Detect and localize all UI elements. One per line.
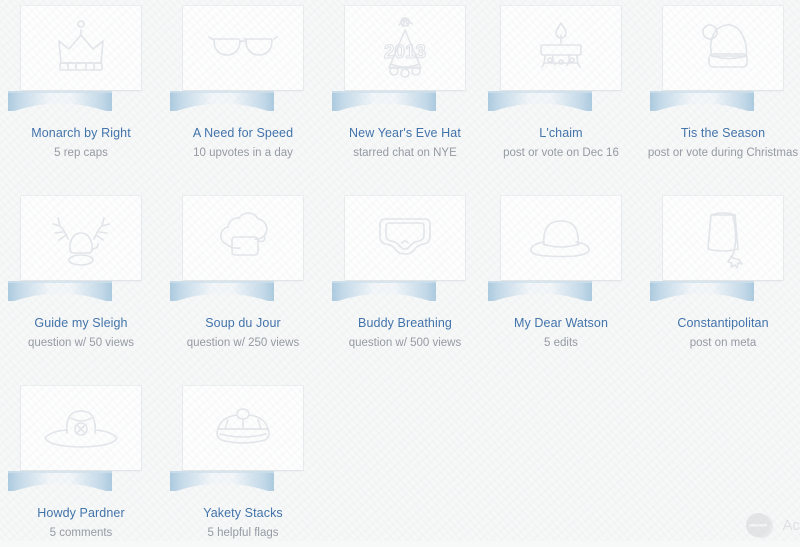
hat-image-panel[interactable] bbox=[0, 0, 162, 112]
hat-description: 5 edits bbox=[544, 337, 578, 349]
hat-title-link[interactable]: New Year's Eve Hat bbox=[324, 126, 486, 140]
hat-card[interactable]: L'chaim post or vote on Dec 16 bbox=[480, 0, 642, 160]
hat-image-panel[interactable] bbox=[0, 190, 162, 302]
hat-description: question w/ 50 views bbox=[27, 337, 135, 349]
hat-card[interactable]: Soup du Jour question w/ 250 views bbox=[162, 190, 324, 350]
hat-title-link[interactable]: Yakety Stacks bbox=[162, 506, 324, 520]
watermark: Ac bbox=[744, 503, 800, 547]
hat-description: post on meta bbox=[689, 337, 757, 349]
hat-card[interactable]: Buddy Breathing question w/ 500 views bbox=[324, 190, 486, 350]
aviator-sunglasses-icon bbox=[183, 6, 303, 90]
hat-description: 5 comments bbox=[49, 527, 113, 539]
chat-bubble-icon bbox=[744, 510, 774, 540]
svg-text:2013: 2013 bbox=[384, 42, 426, 63]
fez-hat-icon bbox=[663, 196, 783, 280]
hat-title-link[interactable]: Tis the Season bbox=[642, 126, 800, 140]
hat-card[interactable]: Guide my Sleigh question w/ 50 views bbox=[0, 190, 162, 350]
hat-title-link[interactable]: Guide my Sleigh bbox=[0, 316, 162, 330]
hat-ribbon bbox=[8, 281, 112, 303]
chef-hat-icon bbox=[183, 196, 303, 280]
hat-ribbon bbox=[488, 91, 592, 113]
hat-image-panel[interactable] bbox=[0, 380, 162, 492]
sailor-cap-icon bbox=[183, 386, 303, 470]
hat-image-panel[interactable] bbox=[162, 0, 324, 112]
hat-ribbon bbox=[170, 281, 274, 303]
cowboy-hat-icon bbox=[21, 386, 141, 470]
hat-ribbon bbox=[170, 471, 274, 493]
hat-image-panel[interactable] bbox=[162, 190, 324, 302]
hat-card[interactable]: My Dear Watson 5 edits bbox=[480, 190, 642, 350]
hat-description: post or vote during Christmas bbox=[647, 147, 799, 159]
hat-description: post or vote on Dec 16 bbox=[503, 147, 619, 159]
hat-title-link[interactable]: L'chaim bbox=[480, 126, 642, 140]
hat-description: question w/ 500 views bbox=[348, 337, 462, 349]
hat-image-panel[interactable] bbox=[162, 380, 324, 492]
hat-title-link[interactable]: A Need for Speed bbox=[162, 126, 324, 140]
hat-ribbon bbox=[650, 91, 754, 113]
hats-grid: Monarch by Right 5 rep caps A Need for Sp… bbox=[0, 0, 800, 541]
hat-image-panel[interactable] bbox=[480, 190, 642, 302]
menorah-candle-icon bbox=[501, 6, 621, 90]
hat-title-link[interactable]: Constantipolitan bbox=[642, 316, 800, 330]
hat-image-panel[interactable] bbox=[642, 0, 800, 112]
hat-description: starred chat on NYE bbox=[353, 147, 457, 159]
hat-ribbon bbox=[332, 281, 436, 303]
hat-ribbon bbox=[488, 281, 592, 303]
hat-description: 5 helpful flags bbox=[207, 527, 279, 539]
hat-description: 5 rep caps bbox=[54, 147, 108, 159]
hat-image-panel[interactable] bbox=[324, 190, 486, 302]
hat-image-panel[interactable] bbox=[480, 0, 642, 112]
hat-title-link[interactable]: Howdy Pardner bbox=[0, 506, 162, 520]
hat-ribbon bbox=[332, 91, 436, 113]
santa-hat-icon bbox=[663, 6, 783, 90]
hat-card[interactable]: Tis the Season post or vote during Christ… bbox=[642, 0, 800, 160]
hat-image-panel[interactable]: 2013 bbox=[324, 0, 486, 112]
hat-title-link[interactable]: My Dear Watson bbox=[480, 316, 642, 330]
hat-card[interactable]: Yakety Stacks 5 helpful flags bbox=[162, 380, 324, 540]
reindeer-antlers-icon bbox=[21, 196, 141, 280]
hat-title-link[interactable]: Buddy Breathing bbox=[324, 316, 486, 330]
crown-icon bbox=[21, 6, 141, 90]
watermark-label: Ac bbox=[782, 516, 800, 534]
hat-card[interactable]: 2013 New Year's Eve Hat starred chat on N… bbox=[324, 0, 486, 160]
party-hat-2013-icon: 2013 bbox=[345, 6, 465, 90]
hat-ribbon bbox=[170, 91, 274, 113]
hat-card[interactable]: Constantipolitan post on meta bbox=[642, 190, 800, 350]
hat-ribbon bbox=[8, 471, 112, 493]
hat-card[interactable]: Howdy Pardner 5 comments bbox=[0, 380, 162, 540]
hat-card[interactable]: A Need for Speed 10 upvotes in a day bbox=[162, 0, 324, 160]
hat-card[interactable]: Monarch by Right 5 rep caps bbox=[0, 0, 162, 160]
diving-mask-icon bbox=[345, 196, 465, 280]
hat-description: question w/ 250 views bbox=[186, 337, 300, 349]
hat-image-panel[interactable] bbox=[642, 190, 800, 302]
hat-title-link[interactable]: Monarch by Right bbox=[0, 126, 162, 140]
hat-ribbon bbox=[650, 281, 754, 303]
hat-description: 10 upvotes in a day bbox=[193, 147, 293, 159]
hat-title-link[interactable]: Soup du Jour bbox=[162, 316, 324, 330]
hat-ribbon bbox=[8, 91, 112, 113]
bowler-hat-icon bbox=[501, 196, 621, 280]
